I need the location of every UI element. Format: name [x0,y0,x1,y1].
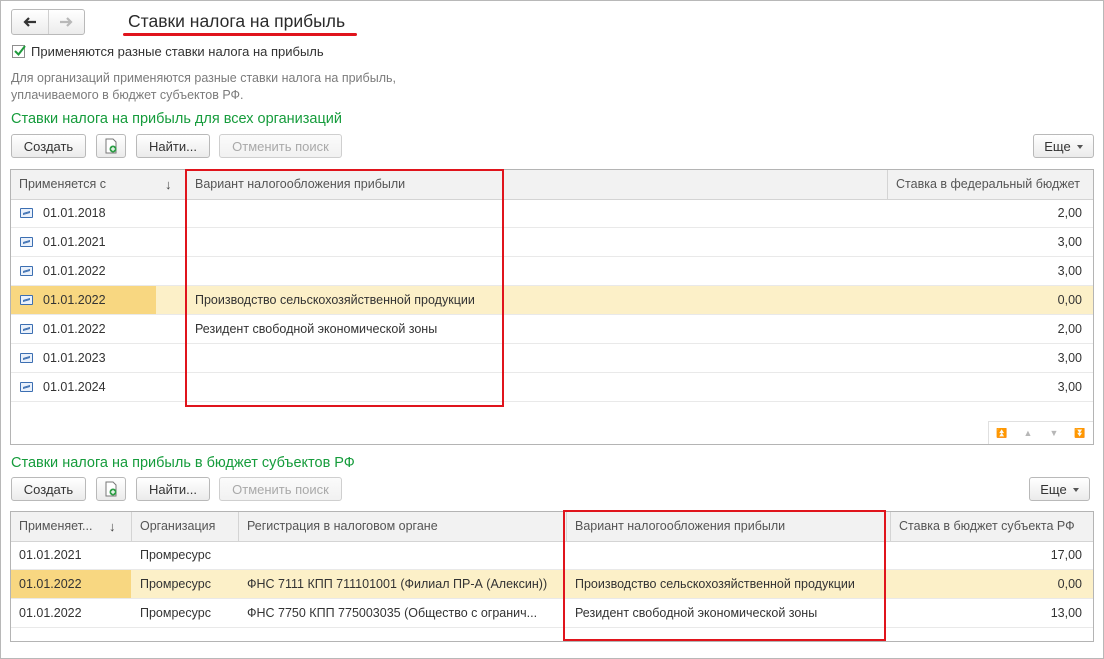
back-button[interactable] [12,10,48,34]
table-row-selected[interactable]: 01.01.2022 Промресурс ФНС 7111 КПП 71110… [11,570,1093,599]
more-label: Еще [1040,481,1067,497]
column-header-applies-from[interactable]: Применяется с [11,170,156,199]
registration-cell: ФНС 7111 КПП 711101001 (Филиал ПР-А (Але… [247,577,548,591]
create-button[interactable]: Создать [11,134,86,158]
variant-cell [187,373,887,401]
chevron-down-icon [1072,487,1079,492]
scroll-up-icon[interactable]: ▲ [1015,422,1041,444]
variant-cell [187,344,887,372]
create-button-regions[interactable]: Создать [11,477,86,501]
table-row[interactable]: 01.01.2022 Промресурс ФНС 7750 КПП 77500… [11,599,1093,628]
forward-button[interactable] [47,10,85,34]
more-label: Еще [1044,138,1071,154]
arrow-left-icon [23,17,36,27]
organization-cell: Промресурс [140,577,211,591]
rate-cell: 3,00 [1057,264,1082,278]
table-header: Применяется с ↓ Вариант налогообложения … [11,170,1093,200]
variant-cell: Резидент свободной экономической зоны [575,606,818,620]
variant-cell [187,257,887,285]
registration-cell: ФНС 7750 КПП 775003035 (Общество с огран… [247,606,538,620]
organization-cell: Промресурс [140,548,211,562]
section-title-regional-budget: Ставки налога на прибыль в бюджет субъек… [11,455,355,471]
add-copy-button-regions[interactable] [96,477,126,501]
sort-arrow-down-icon: ↓ [165,177,172,192]
record-icon [20,266,33,276]
variant-cell [187,228,887,256]
table-row[interactable]: 01.01.2021 Промресурс 17,00 [11,541,1093,570]
different-rates-label: Применяются разные ставки налога на приб… [31,44,324,59]
date-cell: 01.01.2022 [11,570,131,598]
rate-cell: 3,00 [1057,380,1082,394]
more-button-regions[interactable]: Еще [1029,477,1090,501]
organization-cell: Промресурс [140,606,211,620]
variant-cell: Производство сельскохозяйственной продук… [195,293,475,307]
checkmark-icon [14,45,26,57]
table-row[interactable]: 01.01.2021 3,00 [11,228,1093,257]
table-scroll-controls: ⏫ ▲ ▼ ⏬ [988,421,1093,444]
column-header-organization[interactable]: Организация [132,512,239,541]
add-copy-button[interactable] [96,134,126,158]
rate-cell: 13,00 [1050,606,1082,620]
scroll-to-top-icon[interactable]: ⏫ [989,422,1015,444]
table-row-selected[interactable]: 01.01.2022 Производство сельскохозяйстве… [11,286,1093,315]
column-header-regional-rate[interactable]: Ставка в бюджет субъекта РФ [891,512,1093,541]
different-rates-option[interactable]: Применяются разные ставки налога на приб… [12,44,324,59]
add-copy-icon [105,481,117,497]
column-header-taxation-variant[interactable]: Вариант налогообложения прибыли [567,512,890,541]
rate-cell: 17,00 [1050,548,1082,562]
column-header-tax-registration[interactable]: Регистрация в налоговом органе [239,512,566,541]
rate-cell: 3,00 [1057,351,1082,365]
column-header-applies-from[interactable]: Применяет... [11,512,111,541]
variant-cell [567,541,890,569]
record-icon [20,353,33,363]
table-row[interactable]: 01.01.2018 2,00 [11,199,1093,228]
rates-all-table: Применяется с ↓ Вариант налогообложения … [10,169,1094,445]
navigation-buttons [11,9,85,35]
variant-cell: Резидент свободной экономической зоны [195,322,438,336]
table-row[interactable]: 01.01.2022 3,00 [11,257,1093,286]
date-cell: 01.01.2021 [19,548,82,562]
record-icon [20,237,33,247]
add-copy-icon [105,138,117,154]
date-cell: 01.01.2022 [19,606,82,620]
registration-cell [239,541,566,569]
table-header: Применяет... ↓ Организация Регистрация в… [11,512,1093,542]
find-button[interactable]: Найти... [136,134,210,158]
different-rates-checkbox[interactable] [12,45,26,58]
title-highlight-underline [123,33,357,36]
table-row[interactable]: 01.01.2022 Резидент свободной экономичес… [11,315,1093,344]
rates-regions-table: Применяет... ↓ Организация Регистрация в… [10,511,1094,642]
record-icon [20,324,33,334]
more-button[interactable]: Еще [1033,134,1094,158]
page-title: Ставки налога на прибыль [128,11,346,31]
rate-cell: 0,00 [1057,577,1082,591]
rate-cell: 2,00 [1057,322,1082,336]
record-icon [20,295,33,305]
table-row[interactable]: 01.01.2024 3,00 [11,373,1093,402]
record-icon [20,382,33,392]
sort-arrow-down-icon: ↓ [109,519,116,534]
table-row[interactable]: 01.01.2023 3,00 [11,344,1093,373]
variant-cell: Производство сельскохозяйственной продук… [575,577,855,591]
column-header-federal-rate[interactable]: Ставка в федеральный бюджет [888,170,1093,199]
info-note: Для организаций применяются разные ставк… [11,70,396,104]
rate-cell: 0,00 [1057,293,1082,307]
scroll-to-bottom-icon[interactable]: ⏬ [1067,422,1093,444]
column-header-taxation-variant[interactable]: Вариант налогообложения прибыли [187,170,887,199]
section-title-all-organizations: Ставки налога на прибыль для всех органи… [11,111,343,127]
chevron-down-icon [1076,144,1083,149]
info-note-line-2: уплачиваемого в бюджет субъектов РФ. [11,88,244,102]
record-icon [20,208,33,218]
find-button-regions[interactable]: Найти... [136,477,210,501]
rate-cell: 2,00 [1057,206,1082,220]
scroll-down-icon[interactable]: ▼ [1041,422,1067,444]
rate-cell: 3,00 [1057,235,1082,249]
variant-cell [187,199,887,227]
cancel-search-button[interactable]: Отменить поиск [219,134,342,158]
cancel-search-button-regions[interactable]: Отменить поиск [219,477,342,501]
arrow-right-icon [60,17,73,27]
info-note-line-1: Для организаций применяются разные ставк… [11,71,396,85]
